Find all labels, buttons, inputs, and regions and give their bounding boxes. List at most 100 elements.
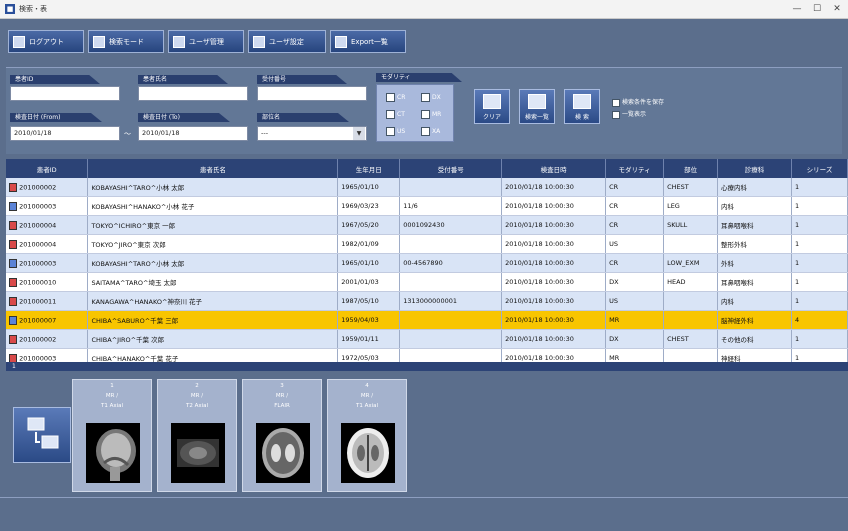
modality-label: モダリティ <box>376 73 462 82</box>
table-row[interactable]: 201000004 TOKYO^JIRO^東京 次郎 1982/01/09 2010/… <box>6 234 848 254</box>
table-cell: CR <box>605 196 665 216</box>
modality-checkbox-mr[interactable]: MR <box>421 110 441 119</box>
grid-column-header[interactable]: 患者氏名 <box>87 159 339 178</box>
grid-body: 201000002 KOBAYASHI^TARO^小林 太郎 1965/01/10 2… <box>6 178 848 368</box>
table-cell: 4 <box>791 310 848 330</box>
study-table: 患者ID 患者氏名 生年月日 受付番号 検査日時 モダリティ 部位 診療科 シリーズ 20100… <box>6 159 848 368</box>
search-mode-button[interactable]: 検索モード <box>88 30 164 53</box>
maximize-button[interactable]: ☐ <box>808 2 826 16</box>
wrench-icon <box>253 36 265 48</box>
table-cell: 2010/01/18 10:00:30 <box>501 215 607 235</box>
modality-checkbox-us[interactable]: US <box>386 127 405 136</box>
modality-checkbox-xa[interactable]: XA <box>421 127 440 136</box>
grid-column-header[interactable]: 検査日時 <box>501 159 607 178</box>
grid-column-header[interactable]: モダリティ <box>605 159 665 178</box>
table-cell: KANAGAWA^HANAKO^神奈川 花子 <box>87 291 339 311</box>
modality-checkbox-ct[interactable]: CT <box>386 110 405 119</box>
logout-button[interactable]: ログアウト <box>8 30 84 53</box>
table-row[interactable]: 201000011 KANAGAWA^HANAKO^神奈川 花子 1987/05/1… <box>6 291 848 311</box>
magnifier-icon <box>573 94 591 109</box>
bodypart-select[interactable]: --- <box>257 126 367 141</box>
table-cell: 2010/01/18 10:00:30 <box>501 234 607 254</box>
option-list-display[interactable]: 一覧表示 <box>612 109 646 119</box>
table-cell <box>663 234 719 254</box>
table-row[interactable]: 201000003 KOBAYASHI^HANAKO^小林 花子 1969/03/2… <box>6 196 848 216</box>
table-cell: SKULL <box>663 215 719 235</box>
series-thumbnail[interactable]: 4 MR / T1 Axial <box>327 379 407 492</box>
table-cell: 整形外科 <box>717 234 792 254</box>
series-thumbnail[interactable]: 1 MR / T1 Axial <box>72 379 152 492</box>
study-status-icon <box>9 277 17 287</box>
grid-column-header[interactable]: 生年月日 <box>337 159 401 178</box>
clear-icon <box>483 94 501 109</box>
table-row[interactable]: 201000004 TOKYO^ICHIRO^東京 一郎 1967/05/20 000… <box>6 215 848 235</box>
table-cell: 201000010 <box>6 272 89 292</box>
table-cell: 1967/05/20 <box>337 215 401 235</box>
table-cell: 201000004 <box>6 234 89 254</box>
modality-checkbox-cr[interactable]: CR <box>386 93 405 102</box>
option-save-condition[interactable]: 検索条件を保存 <box>612 97 664 107</box>
study-status-icon <box>9 201 17 211</box>
table-cell: 2010/01/18 10:00:30 <box>501 329 607 349</box>
table-cell: 1969/03/23 <box>337 196 401 216</box>
table-row[interactable]: 201000010 SAITAMA^TARO^埼玉 太郎 2001/01/03 201… <box>6 272 848 292</box>
logout-icon <box>13 36 25 48</box>
table-cell: 1 <box>791 196 848 216</box>
thumbnail-caption: MR / <box>360 393 374 399</box>
date-to-input[interactable]: 2010/01/18 <box>138 126 248 141</box>
table-cell: 1965/01/10 <box>337 178 401 197</box>
modality-checkbox-dx[interactable]: DX <box>421 93 441 102</box>
chevron-down-icon[interactable]: ▼ <box>353 127 365 140</box>
patient-name-input[interactable] <box>138 86 248 101</box>
window-titlebar: ■ 検索・表 — ☐ ✕ <box>0 0 848 19</box>
table-cell: CHEST <box>663 178 719 197</box>
series-thumbnail[interactable]: 3 MR / FLAIR <box>242 379 322 492</box>
grid-column-header[interactable]: シリーズ <box>791 159 848 178</box>
user-settings-button[interactable]: ユーザ設定 <box>248 30 326 53</box>
table-cell: 201000002 <box>6 178 89 197</box>
table-cell <box>663 310 719 330</box>
table-cell: 1982/01/09 <box>337 234 401 254</box>
table-row[interactable]: 201000007 CHIBA^SABURO^千葉 三郎 1959/04/03 201… <box>6 310 848 330</box>
minimize-button[interactable]: — <box>788 2 806 16</box>
date-from-input[interactable]: 2010/01/18 <box>10 126 120 141</box>
table-cell: 1 <box>791 178 848 197</box>
grid-column-header[interactable]: 部位 <box>663 159 719 178</box>
patient-id-input[interactable] <box>10 86 120 101</box>
table-row[interactable]: 201000002 KOBAYASHI^TARO^小林 太郎 1965/01/10 2… <box>6 178 848 197</box>
series-thumbnail[interactable]: 2 MR / T2 Axial <box>157 379 237 492</box>
table-cell: 201000003 <box>6 253 89 273</box>
window-title: 検索・表 <box>19 5 47 13</box>
table-row[interactable]: 201000002 CHIBA^JIRO^千葉 次郎 1959/01/11 2010/… <box>6 329 848 349</box>
mri-image <box>256 423 310 483</box>
thumbnail-caption: T1 Axial <box>100 403 124 409</box>
table-cell: 1 <box>791 215 848 235</box>
grid-column-header[interactable]: 診療科 <box>717 159 792 178</box>
export-list-button[interactable]: Export一覧 <box>330 30 406 53</box>
table-row[interactable]: 201000003 KOBAYASHI^TARO^小林 太郎 1965/01/10 0… <box>6 253 848 273</box>
table-cell: 耳鼻咽喉科 <box>717 215 792 235</box>
table-cell <box>399 329 503 349</box>
accession-input[interactable] <box>257 86 367 101</box>
close-button[interactable]: ✕ <box>828 2 846 16</box>
table-cell: 2010/01/18 10:00:30 <box>501 291 607 311</box>
thumbnail-caption: 2 <box>195 383 199 389</box>
grid-column-header[interactable]: 患者ID <box>6 159 89 178</box>
table-cell: 2010/01/18 10:00:30 <box>501 272 607 292</box>
study-status-icon <box>9 182 17 192</box>
grid-column-header[interactable]: 受付番号 <box>399 159 503 178</box>
user-admin-button[interactable]: ユーザ管理 <box>168 30 244 53</box>
table-cell: KOBAYASHI^TARO^小林 太郎 <box>87 178 339 197</box>
study-status-icon <box>9 239 17 249</box>
modality-box: CR DX CT MR US XA <box>376 84 454 142</box>
table-cell <box>399 310 503 330</box>
open-viewer-button[interactable] <box>13 407 71 463</box>
table-cell: 1959/01/11 <box>337 329 401 349</box>
clear-button[interactable]: クリア <box>474 89 510 124</box>
search-list-button[interactable]: 検索一覧 <box>519 89 555 124</box>
search-button[interactable]: 検 索 <box>564 89 600 124</box>
table-cell: LEG <box>663 196 719 216</box>
thumbnail-caption: T1 Axial <box>355 403 379 409</box>
table-cell <box>399 272 503 292</box>
table-cell: 0001092430 <box>399 215 503 235</box>
